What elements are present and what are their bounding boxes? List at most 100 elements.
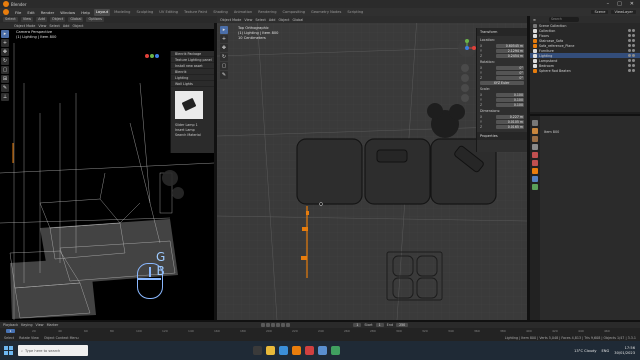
cam-object-menu[interactable]: Object	[72, 24, 83, 28]
browser-icon[interactable]	[279, 346, 288, 355]
rot-y-field[interactable]: 0°	[496, 70, 524, 75]
rot-x-field[interactable]: 0°	[496, 65, 524, 70]
timeline-view-menu[interactable]: View	[36, 323, 44, 327]
tab-sculpting[interactable]: Sculpting	[134, 9, 155, 16]
rotate-icon[interactable]: ↻	[220, 53, 228, 61]
prev-key-icon[interactable]	[266, 323, 271, 327]
timeline-playback-menu[interactable]: Playback	[3, 323, 18, 327]
outliner-item[interactable]: Lampstand	[530, 58, 640, 63]
tab-shading[interactable]: Shading	[211, 9, 230, 16]
ortho-object-menu[interactable]: Object	[278, 18, 289, 22]
tab-rendering[interactable]: Rendering	[256, 9, 278, 16]
toolbar-global[interactable]: Global	[68, 17, 84, 22]
minimize-icon[interactable]: –	[607, 1, 610, 7]
play-reverse-icon[interactable]	[271, 323, 276, 327]
cam-add-menu[interactable]: Add	[63, 24, 70, 28]
view-layer-selector[interactable]: ViewLayer	[611, 10, 636, 14]
toolbar-select[interactable]: Select	[3, 17, 18, 22]
start-frame-field[interactable]: 1	[375, 323, 384, 327]
tab-texture-paint[interactable]: Texture Paint	[182, 9, 209, 16]
tab-animation[interactable]: Animation	[232, 9, 254, 16]
outliner-item[interactable]: Collection	[530, 28, 640, 33]
rotate-tool-icon[interactable]: ↻	[1, 57, 9, 65]
transform-tool-icon[interactable]: ⊞	[1, 75, 9, 83]
outliner-search-input[interactable]: Search	[548, 17, 579, 22]
move-tool-icon[interactable]: ✥	[1, 48, 9, 56]
cam-select-menu[interactable]: Select	[49, 24, 59, 28]
cursor-tool-icon[interactable]: +	[1, 39, 9, 47]
select-box-icon[interactable]: ▸	[220, 26, 228, 34]
tab-scripting[interactable]: Scripting	[345, 9, 365, 16]
rot-z-field[interactable]: 0°	[496, 75, 524, 80]
data-tab-icon[interactable]	[532, 184, 538, 190]
scene-tab-icon[interactable]	[532, 152, 538, 158]
rotation-mode-select[interactable]: XYZ Euler	[480, 80, 524, 85]
jump-end-icon[interactable]	[286, 323, 291, 327]
loc-z-field[interactable]: 0.2454 m	[496, 53, 524, 58]
ortho-toggle-icon[interactable]	[461, 94, 469, 102]
menu-file[interactable]: File	[13, 10, 23, 15]
outliner-item[interactable]: Furniture	[530, 48, 640, 53]
task-view-icon[interactable]	[253, 346, 262, 355]
y-axis-icon[interactable]	[150, 54, 154, 58]
toolbar-view[interactable]: View	[20, 17, 34, 22]
scale-z-field[interactable]: 0.100	[496, 102, 524, 107]
menu-edit[interactable]: Edit	[25, 10, 36, 15]
panel-row-subcategory[interactable]: Wall Lights	[171, 81, 214, 87]
blender-app-icon[interactable]	[292, 346, 301, 355]
language-indicator[interactable]: ENG	[602, 349, 610, 353]
outliner-item-selected[interactable]: Lighting	[530, 53, 640, 58]
menu-help[interactable]: Help	[79, 10, 92, 15]
transform-title[interactable]: Transform	[477, 28, 527, 36]
scale-y-field[interactable]: 0.100	[496, 97, 524, 102]
z-axis-icon[interactable]	[155, 54, 159, 58]
select-tool-icon[interactable]: ▸	[1, 30, 9, 38]
cursor-icon[interactable]: +	[220, 35, 228, 43]
tab-geometry-nodes[interactable]: Geometry Nodes	[309, 9, 343, 16]
ortho-mode-menu[interactable]: Object Mode	[220, 18, 241, 22]
scene-selector[interactable]: Scene	[591, 10, 609, 14]
app-icon[interactable]	[331, 346, 340, 355]
close-icon[interactable]: ✕	[630, 1, 634, 7]
dim-y-field[interactable]: 0.0105 m	[496, 119, 524, 124]
taskbar-search[interactable]: ⌕ Type here to search	[18, 345, 88, 356]
camera-nav-gizmo[interactable]	[145, 54, 159, 58]
current-frame-field[interactable]: 1	[353, 323, 362, 327]
tab-uv-editing[interactable]: UV Editing	[157, 9, 180, 16]
dim-z-field[interactable]: 0.0165 m	[496, 124, 524, 129]
outliner-item[interactable]: Bedroom	[530, 63, 640, 68]
tab-compositing[interactable]: Compositing	[281, 9, 308, 16]
zoom-icon[interactable]	[461, 64, 469, 72]
end-frame-field[interactable]: 250	[396, 323, 409, 327]
loc-y-field[interactable]: 2.1294 m	[496, 48, 524, 53]
x-axis-icon[interactable]	[145, 54, 149, 58]
scale-tool-icon[interactable]: ▢	[1, 66, 9, 74]
app-icon[interactable]	[318, 346, 327, 355]
outliner-item[interactable]: Floors	[530, 33, 640, 38]
view-layer-tab-icon[interactable]	[532, 144, 538, 150]
outliner-item[interactable]: Staircase_Sofa	[530, 38, 640, 43]
play-icon[interactable]	[276, 323, 281, 327]
cam-view-menu[interactable]: View	[38, 24, 46, 28]
properties-section[interactable]: Properties	[477, 132, 527, 140]
menu-window[interactable]: Window	[58, 10, 77, 15]
jump-start-icon[interactable]	[261, 323, 266, 327]
maximize-icon[interactable]: □	[617, 1, 622, 7]
scale-icon[interactable]: ▢	[220, 62, 228, 70]
outliner-item[interactable]: Scene Collection	[530, 23, 640, 28]
outliner-item[interactable]: Sofa_reference_Plane	[530, 43, 640, 48]
windows-start-icon[interactable]	[4, 346, 13, 355]
toolbar-add[interactable]: Add	[36, 17, 47, 22]
navigation-gizmo-icon[interactable]	[457, 38, 477, 58]
dim-x-field[interactable]: 0.227 m	[496, 114, 524, 119]
toolbar-object[interactable]: Object	[49, 17, 66, 22]
cam-mode-menu[interactable]: Object Mode	[14, 24, 35, 28]
toolbar-options[interactable]: Options	[86, 17, 104, 22]
asset-thumbnail[interactable]	[175, 91, 203, 119]
tab-layout[interactable]: Layout	[93, 8, 111, 16]
playhead[interactable]: 1	[6, 329, 15, 333]
move-icon[interactable]: ✥	[220, 44, 228, 52]
measure-tool-icon[interactable]: ⟂	[1, 93, 9, 101]
modifier-tab-icon[interactable]	[532, 176, 538, 182]
ortho-add-menu[interactable]: Add	[269, 18, 276, 22]
